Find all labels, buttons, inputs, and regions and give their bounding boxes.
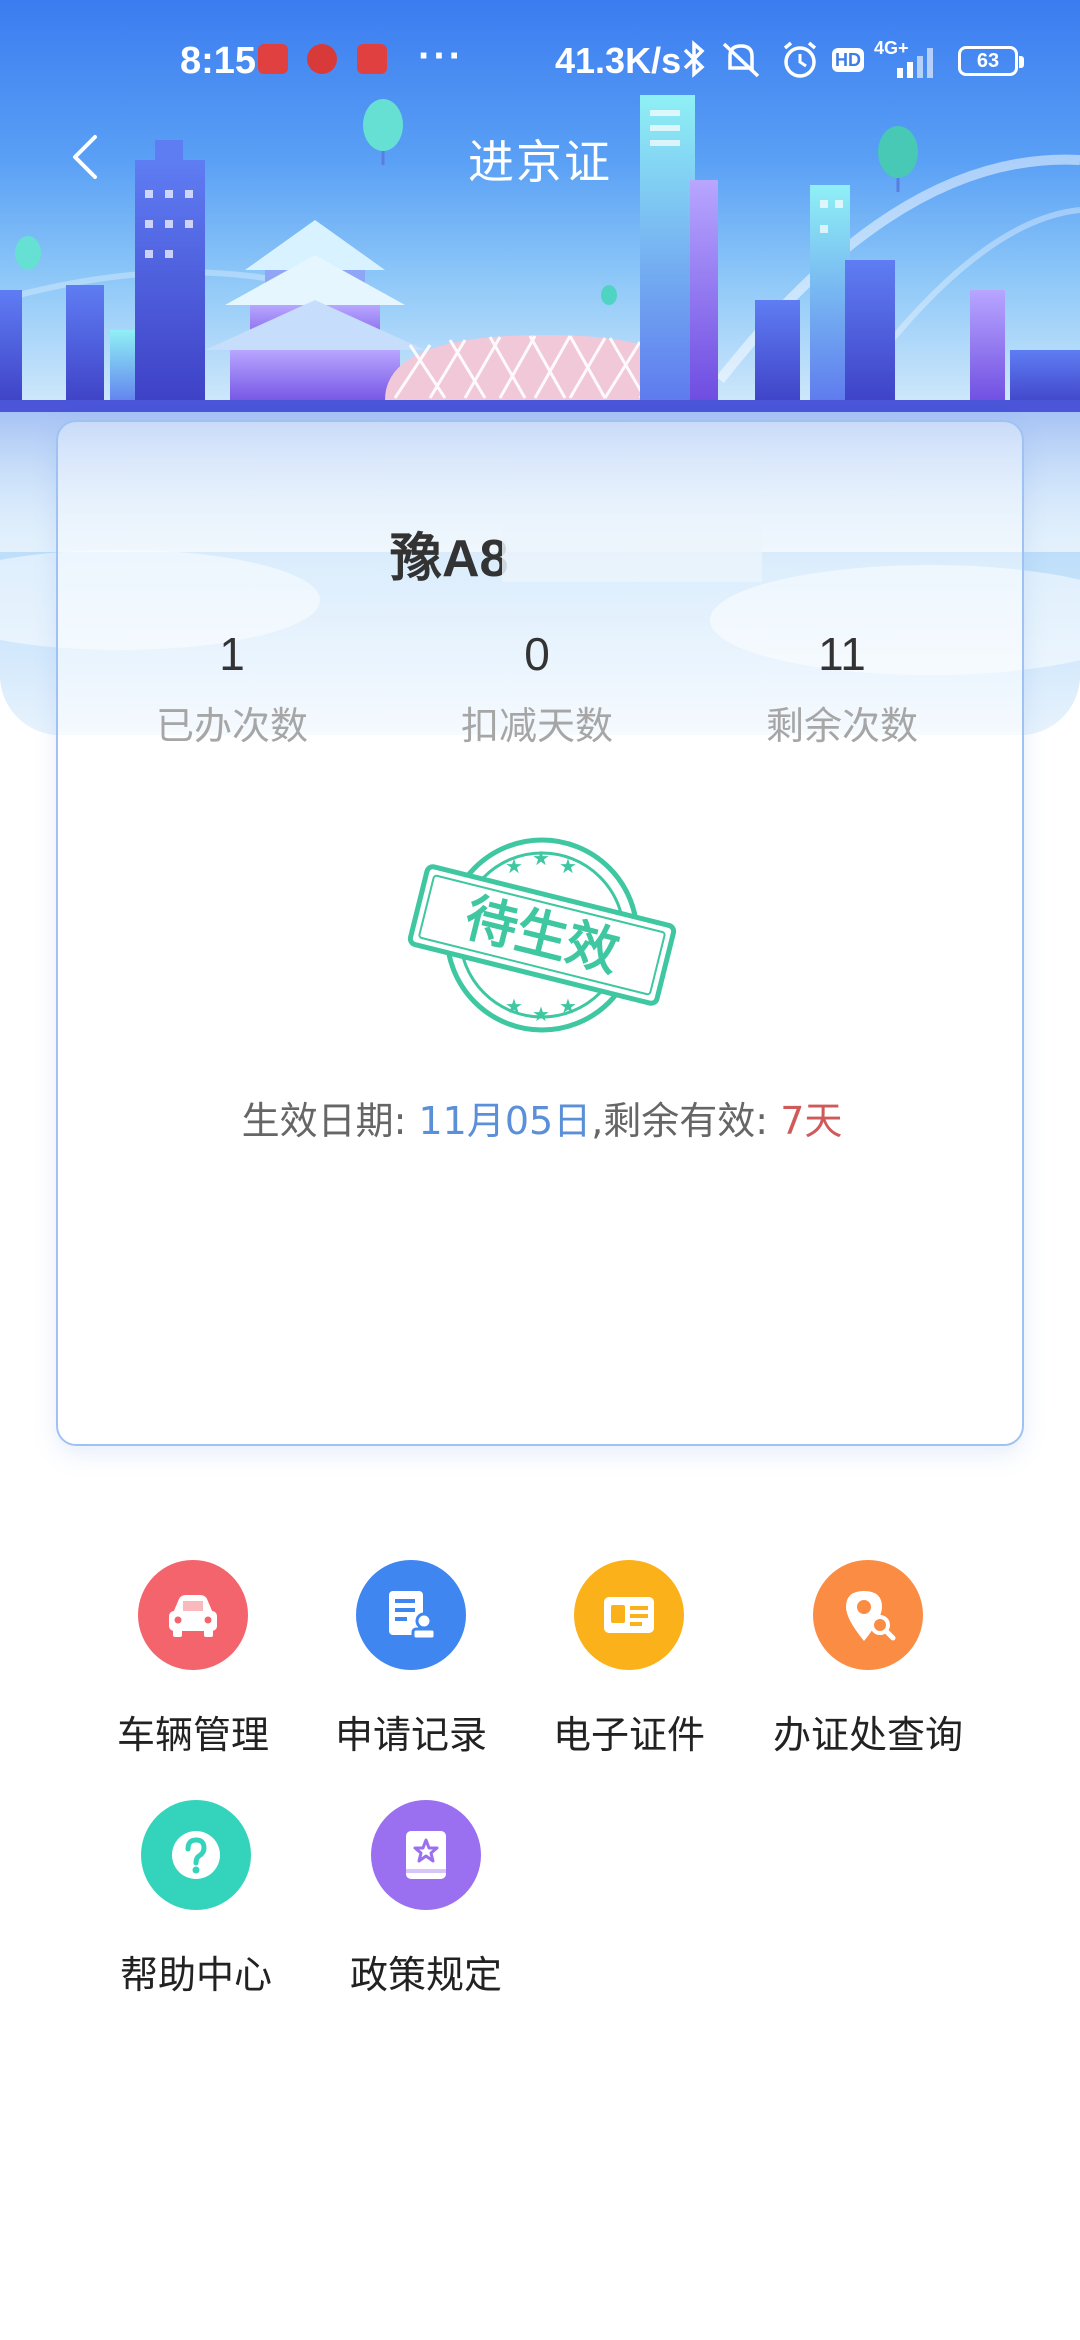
status-time: 8:15 bbox=[180, 40, 257, 82]
stat-deducted-days: 0 扣减天数 bbox=[387, 627, 687, 750]
function-label: 车辆管理 bbox=[116, 1713, 269, 1757]
vehicle-management-button[interactable]: 车辆管理 bbox=[73, 1560, 313, 1759]
application-records-button[interactable]: 申请记录 bbox=[291, 1560, 531, 1759]
stat-label: 剩余次数 bbox=[765, 704, 918, 748]
effective-label: 生效日期: bbox=[241, 1099, 419, 1143]
effective-info: 生效日期: 11月05日,剩余有效: 7天 bbox=[58, 1090, 1026, 1145]
pending-stamp: ★ ★ ★ ★ ★ ★ 待生效 bbox=[407, 837, 677, 1033]
stat-value: 0 bbox=[524, 628, 550, 680]
svg-text:★: ★ bbox=[532, 846, 550, 870]
help-icon bbox=[141, 1800, 251, 1910]
stat-label: 扣减天数 bbox=[460, 704, 613, 748]
status-bar: 8:15 ··· 41.3K/s HD 4G+ 63 bbox=[0, 0, 1080, 122]
svg-text:★: ★ bbox=[532, 1002, 550, 1026]
notification-securities-icon bbox=[357, 44, 387, 74]
status-more-dots: ··· bbox=[418, 34, 464, 78]
remaining-label: ,剩余有效: bbox=[591, 1099, 781, 1143]
location-search-icon bbox=[813, 1560, 923, 1670]
car-icon bbox=[138, 1560, 248, 1670]
policy-book-icon bbox=[371, 1800, 481, 1910]
permit-card: 豫A8 1 已办次数 0 扣减天数 11 剩余次数 ★ ★ ★ ★ ★ ★ 待生… bbox=[56, 420, 1024, 1446]
svg-text:★: ★ bbox=[559, 854, 577, 878]
svg-text:★: ★ bbox=[505, 854, 523, 878]
stat-remaining-count: 11 剩余次数 bbox=[692, 627, 992, 750]
page-title: 进京证 bbox=[468, 135, 612, 189]
svg-text:★: ★ bbox=[505, 994, 523, 1018]
stat-value: 1 bbox=[219, 628, 245, 680]
function-label: 申请记录 bbox=[334, 1713, 487, 1757]
alarm-icon bbox=[783, 41, 817, 78]
office-query-button[interactable]: 办证处查询 bbox=[748, 1560, 988, 1759]
function-label: 政策规定 bbox=[349, 1953, 502, 1997]
stat-applied-count: 1 已办次数 bbox=[82, 627, 382, 750]
effective-date: 11月05日 bbox=[418, 1099, 592, 1143]
record-icon bbox=[356, 1560, 466, 1670]
hd-badge: HD bbox=[832, 48, 864, 72]
notification-bank-icon bbox=[307, 44, 337, 74]
notification-app-icon bbox=[258, 44, 288, 74]
license-plate: 豫A8 bbox=[390, 530, 509, 588]
function-label: 办证处查询 bbox=[772, 1713, 963, 1757]
plate-mask bbox=[502, 518, 762, 582]
stat-value: 11 bbox=[818, 628, 866, 680]
battery-indicator: 63 bbox=[958, 46, 1024, 76]
function-label: 帮助中心 bbox=[119, 1953, 272, 1997]
remaining-days: 7天 bbox=[780, 1099, 843, 1143]
help-center-button[interactable]: 帮助中心 bbox=[76, 1800, 316, 1999]
function-label: 电子证件 bbox=[552, 1713, 705, 1757]
stat-label: 已办次数 bbox=[155, 704, 308, 748]
status-network-speed: 41.3K/s bbox=[555, 40, 682, 81]
bluetooth-icon bbox=[683, 40, 705, 78]
svg-text:★: ★ bbox=[559, 994, 577, 1018]
policy-regulations-button[interactable]: 政策规定 bbox=[306, 1800, 546, 1999]
mute-icon bbox=[722, 42, 760, 78]
signal-icon bbox=[897, 48, 933, 78]
electronic-certificate-button[interactable]: 电子证件 bbox=[509, 1560, 749, 1759]
id-card-icon bbox=[574, 1560, 684, 1670]
